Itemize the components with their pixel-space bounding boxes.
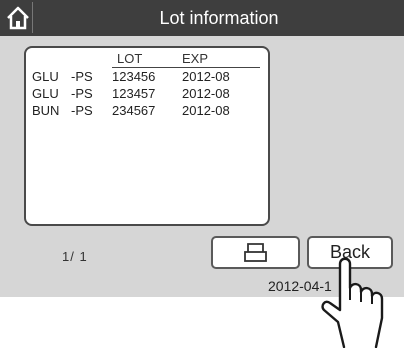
print-button[interactable] (211, 236, 300, 269)
printer-icon (244, 243, 267, 262)
row-lot: 123456 (112, 69, 156, 84)
page-indicator: 1/ 1 (62, 249, 88, 264)
row-analyte: GLU (32, 86, 59, 101)
row-analyte: GLU (32, 69, 59, 84)
home-icon (7, 6, 29, 30)
row-exp: 2012-08 (182, 69, 230, 84)
column-header-lot: LOT (117, 51, 143, 66)
row-analyte: BUN (32, 103, 60, 118)
home-button[interactable] (3, 2, 33, 33)
row-exp: 2012-08 (182, 103, 230, 118)
row-lot: 123457 (112, 86, 156, 101)
row-exp: 2012-08 (182, 86, 230, 101)
hand-pointer-icon (321, 257, 384, 348)
row-type: -PS (71, 69, 93, 84)
title-bar: Lot information (0, 0, 404, 36)
lot-table: LOT EXP GLU -PS 123456 2012-08 GLU -PS 1… (24, 46, 270, 226)
page-title: Lot information (159, 8, 279, 28)
row-lot: 234567 (112, 103, 156, 118)
row-type: -PS (71, 86, 93, 101)
header-divider (112, 67, 260, 68)
column-header-exp: EXP (182, 51, 209, 66)
row-type: -PS (71, 103, 93, 118)
